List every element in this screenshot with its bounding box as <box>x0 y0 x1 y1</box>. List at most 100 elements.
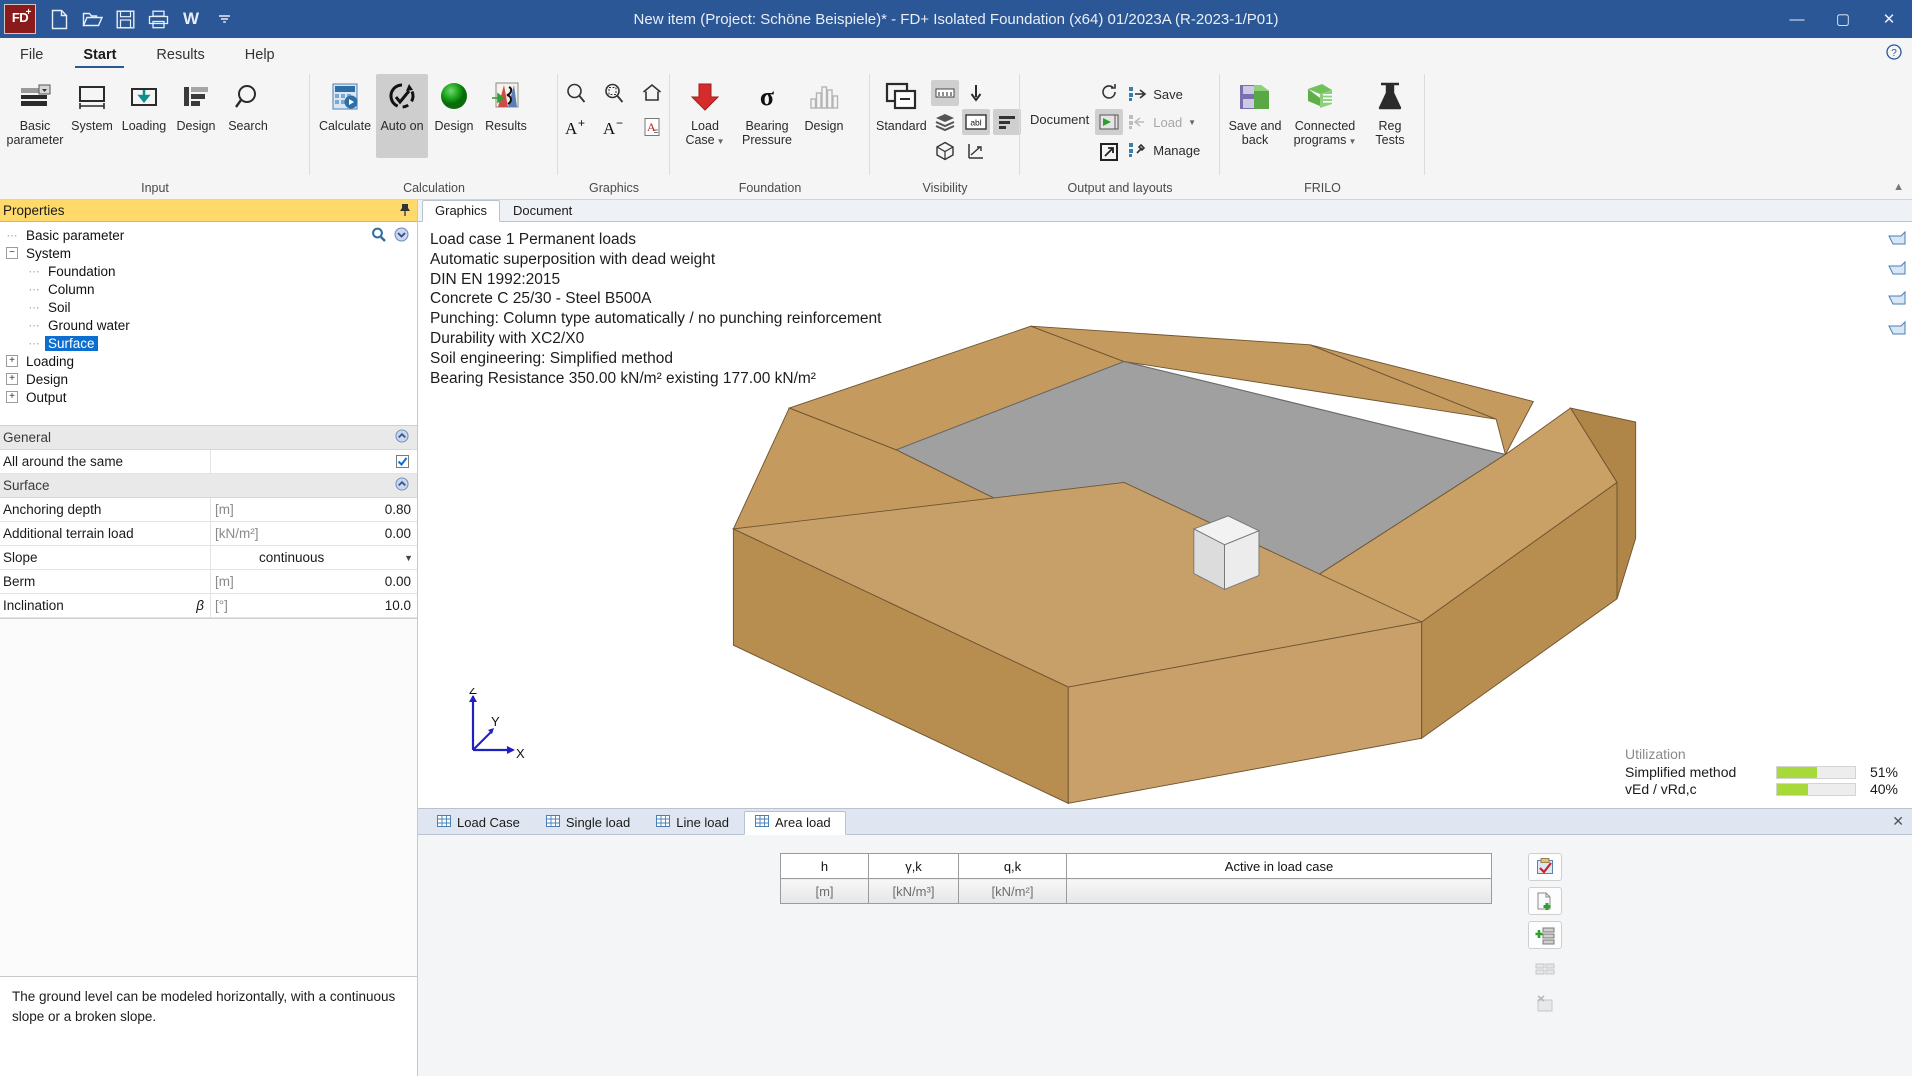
tab-area-load[interactable]: Area load <box>744 811 846 835</box>
slope-value[interactable]: continuous <box>255 550 404 565</box>
tree-item-basic-parameter[interactable]: ⋯ Basic parameter <box>0 226 417 244</box>
section-collapse-icon[interactable] <box>395 429 409 446</box>
abl-label-icon[interactable]: abl <box>962 109 990 135</box>
connected-programs-button[interactable]: Connected programs▼ <box>1286 74 1364 151</box>
tree-expander-plus-icon[interactable]: + <box>6 355 18 367</box>
area-load-table[interactable]: h γ,k q,k Active in load case [m] [kN/m³… <box>780 853 1492 904</box>
collapse-all-icon[interactable] <box>394 227 409 247</box>
insert-row-icon[interactable] <box>1528 921 1562 949</box>
property-row-anchoring-depth[interactable]: Anchoring depth [m] 0.80 <box>0 498 417 522</box>
refresh-icon[interactable] <box>1095 79 1123 105</box>
dimension-icon[interactable] <box>931 80 959 106</box>
new-row-icon[interactable] <box>1528 887 1562 915</box>
property-row-inclination[interactable]: Inclination β [°] 10.0 <box>0 594 417 618</box>
ribbon-tab-file[interactable]: File <box>0 43 63 68</box>
all-around-same-checkbox[interactable] <box>396 455 409 468</box>
system-button[interactable]: System <box>66 74 118 136</box>
tree-item-column[interactable]: ⋯ Column <box>0 280 417 298</box>
tree-item-foundation[interactable]: ⋯ Foundation <box>0 262 417 280</box>
zoom-icon[interactable] <box>562 80 590 106</box>
property-row-all-around-same[interactable]: All around the same <box>0 450 417 474</box>
tree-expander-plus-icon[interactable]: + <box>6 391 18 403</box>
basic-parameter-button[interactable]: Basic parameter <box>4 74 66 151</box>
text-page-icon[interactable]: A <box>638 114 666 140</box>
word-export-icon[interactable]: W <box>180 7 202 31</box>
save-disk-icon[interactable] <box>114 7 136 31</box>
help-icon[interactable]: ? <box>1886 44 1902 64</box>
tab-graphics[interactable]: Graphics <box>422 200 500 222</box>
chevron-down-icon[interactable]: ▼ <box>404 553 413 563</box>
view-preset-4-icon[interactable] <box>1886 318 1908 342</box>
loading-button[interactable]: Loading <box>118 74 170 136</box>
export-icon[interactable] <box>1095 139 1123 165</box>
ribbon-tab-help[interactable]: Help <box>225 43 295 68</box>
tab-line-load[interactable]: Line load <box>645 811 744 834</box>
auto-on-button[interactable]: Auto on <box>376 74 428 158</box>
graphics-viewport[interactable]: Load case 1 Permanent loads Automatic su… <box>418 222 1912 808</box>
tree-item-ground-water[interactable]: ⋯ Ground water <box>0 316 417 334</box>
design-sphere-button[interactable]: Design <box>428 74 480 136</box>
load-case-button[interactable]: Load Case▼ <box>674 74 736 151</box>
bearing-pressure-button[interactable]: σ Bearing Pressure <box>736 74 798 151</box>
preview-icon[interactable] <box>1095 109 1123 135</box>
tree-item-soil[interactable]: ⋯ Soil <box>0 298 417 316</box>
down-arrow-icon[interactable] <box>962 80 990 106</box>
column-header-h[interactable]: h <box>781 854 869 879</box>
column-header-q-k[interactable]: q,k <box>959 854 1067 879</box>
layout-load-button[interactable]: Load ▼ <box>1127 109 1200 135</box>
tree-item-surface[interactable]: ⋯ Surface <box>0 334 417 352</box>
print-icon[interactable] <box>147 7 169 31</box>
section-collapse-icon[interactable] <box>395 477 409 494</box>
calculate-button[interactable]: Calculate <box>314 74 376 136</box>
font-decrease-icon[interactable]: A− <box>600 114 628 140</box>
chevron-down-icon[interactable] <box>213 7 235 31</box>
additional-terrain-load-value[interactable]: 0.00 <box>255 526 417 541</box>
search-icon[interactable] <box>371 227 386 247</box>
column-header-active-in-load-case[interactable]: Active in load case <box>1067 854 1492 879</box>
view-preset-2-icon[interactable] <box>1886 258 1908 282</box>
tree-expander-plus-icon[interactable]: + <box>6 373 18 385</box>
chevron-down-icon[interactable]: ▼ <box>1188 118 1196 127</box>
tab-single-load[interactable]: Single load <box>535 811 645 834</box>
results-button[interactable]: Results <box>480 74 532 136</box>
maximize-button[interactable]: ▢ <box>1820 0 1866 38</box>
layers-icon[interactable] <box>931 109 959 135</box>
new-file-icon[interactable] <box>48 7 70 31</box>
column-header-gamma-k[interactable]: γ,k <box>869 854 959 879</box>
save-and-back-button[interactable]: Save and back <box>1224 74 1286 151</box>
clipboard-check-icon[interactable] <box>1528 853 1562 881</box>
property-row-additional-terrain-load[interactable]: Additional terrain load [kN/m²] 0.00 <box>0 522 417 546</box>
tree-expander-minus-icon[interactable]: − <box>6 247 18 259</box>
legend-icon[interactable] <box>993 109 1021 135</box>
property-row-slope[interactable]: Slope continuous ▼ <box>0 546 417 570</box>
berm-value[interactable]: 0.00 <box>255 574 417 589</box>
design-button[interactable]: Design <box>170 74 222 136</box>
tree-item-loading[interactable]: + Loading <box>0 352 417 370</box>
layout-save-button[interactable]: Save <box>1127 81 1200 107</box>
ribbon-collapse-icon[interactable]: ▲ <box>1893 181 1904 193</box>
open-folder-icon[interactable] <box>81 7 103 31</box>
property-row-berm[interactable]: Berm [m] 0.00 <box>0 570 417 594</box>
pin-icon[interactable] <box>399 203 411 220</box>
search-button[interactable]: Search <box>222 74 274 136</box>
standard-view-button[interactable]: Standard <box>874 74 929 136</box>
close-button[interactable]: ✕ <box>1866 0 1912 38</box>
tree-item-system[interactable]: − System <box>0 244 417 262</box>
ribbon-tab-results[interactable]: Results <box>136 43 224 68</box>
reg-tests-button[interactable]: Reg Tests <box>1364 74 1416 151</box>
tree-item-design[interactable]: + Design <box>0 370 417 388</box>
tree-item-output[interactable]: + Output <box>0 388 417 406</box>
anchoring-depth-value[interactable]: 0.80 <box>255 502 417 517</box>
home-icon[interactable] <box>638 80 666 106</box>
font-increase-icon[interactable]: A+ <box>562 114 590 140</box>
tab-load-case[interactable]: Load Case <box>426 811 535 834</box>
zoom-window-icon[interactable] <box>600 80 628 106</box>
chevron-down-icon[interactable]: ▼ <box>717 137 725 146</box>
foundation-design-button[interactable]: Design <box>798 74 850 136</box>
minimize-button[interactable]: — <box>1774 0 1820 38</box>
ribbon-tab-start[interactable]: Start <box>63 43 136 68</box>
layout-manage-button[interactable]: Manage <box>1127 137 1200 163</box>
inclination-value[interactable]: 10.0 <box>255 598 417 613</box>
close-icon[interactable]: ✕ <box>1892 813 1904 830</box>
view-preset-1-icon[interactable] <box>1886 228 1908 252</box>
